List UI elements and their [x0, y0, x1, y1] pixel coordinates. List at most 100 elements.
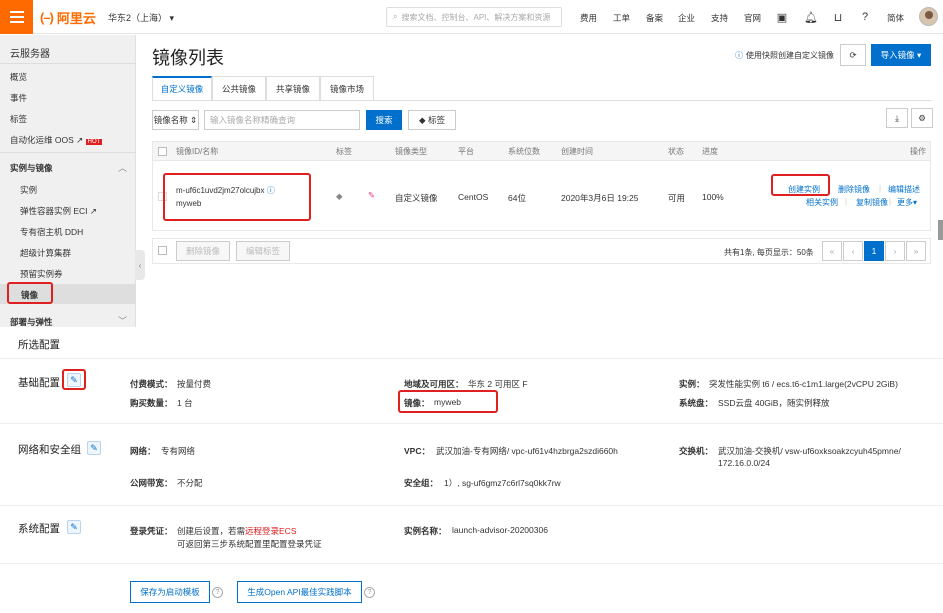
gear-icon[interactable]: ⚙: [911, 108, 933, 128]
sidebar-item-ddh[interactable]: 专有宿主机 DDH: [20, 226, 83, 238]
sidebar-item-images[interactable]: 镜像: [7, 282, 53, 304]
image-id: m-uf6c1uvd2jm27olcujbx ⓘ: [176, 186, 275, 195]
remote-login-link[interactable]: 远程登录ECS: [245, 526, 296, 536]
network-value: 专有网络: [161, 446, 196, 456]
divider: [0, 358, 943, 359]
tag-filter-button[interactable]: ◆ 标签: [408, 110, 456, 130]
image-status: 可用: [668, 193, 686, 203]
tab-public-images[interactable]: 公共镜像: [212, 76, 266, 100]
login-label: 登录凭证：: [130, 526, 173, 536]
vpc-value: 武汉加油-专有网络/ vpc-uf61v4hzbrga2szdi660h: [436, 446, 618, 456]
save-template-button[interactable]: 保存为启动模板: [130, 581, 210, 603]
import-image-button[interactable]: 导入镜像 ▾: [871, 44, 931, 66]
network-label: 网络：: [130, 446, 156, 456]
search-icon: ⌕: [393, 12, 398, 21]
global-search-input[interactable]: ⌕ 搜索文档、控制台、API、解决方案和资源: [386, 7, 562, 27]
tag-icon[interactable]: ◆: [336, 191, 343, 202]
search-button[interactable]: 搜索: [366, 110, 402, 130]
terminal-icon[interactable]: ▣: [775, 10, 789, 24]
menu-icon[interactable]: [0, 0, 33, 34]
action-separator: |: [845, 197, 848, 206]
aliyun-logo[interactable]: (–) 阿里云: [40, 9, 96, 26]
col-bits: 系统位数: [508, 147, 540, 156]
chevron-down-icon[interactable]: ﹀: [118, 314, 127, 327]
table-header: [152, 141, 931, 161]
filter-select[interactable]: 镜像名称 ⇕: [152, 110, 199, 130]
create-instance-link[interactable]: 创建实例: [788, 184, 820, 195]
image-name: myweb: [176, 199, 202, 208]
sidebar-divider: [0, 63, 136, 64]
col-status: 状态: [668, 147, 684, 156]
image-platform: CentOS: [458, 192, 489, 202]
tab-shared-images[interactable]: 共享镜像: [266, 76, 320, 100]
tab-custom-images[interactable]: 自定义镜像: [152, 76, 212, 100]
help-icon[interactable]: ?: [212, 587, 223, 598]
sidebar-item-scc[interactable]: 超级计算集群: [20, 247, 71, 259]
select-all-checkbox[interactable]: [158, 147, 167, 156]
footer-select-all-checkbox[interactable]: [158, 246, 167, 255]
avatar[interactable]: [919, 7, 938, 26]
nav-official[interactable]: 官网: [744, 12, 761, 24]
disk-label: 系统盘：: [679, 398, 714, 408]
security-group-label: 安全组：: [404, 478, 439, 488]
sidebar-item-ri[interactable]: 预留实例券: [20, 268, 63, 280]
sidebar-divider: [0, 152, 136, 153]
nav-support[interactable]: 支持: [711, 12, 728, 24]
edit-tag-icon[interactable]: ✎: [368, 190, 375, 201]
divider: [0, 423, 943, 424]
refresh-button[interactable]: ⟳: [840, 44, 866, 66]
divider: [0, 563, 943, 564]
sidebar-item-instances[interactable]: 实例: [20, 184, 37, 196]
prev-page-button[interactable]: ‹: [843, 241, 863, 261]
generate-api-button[interactable]: 生成Open API最佳实践脚本: [237, 581, 362, 603]
region-selector[interactable]: 华东2（上海） ▾: [108, 11, 174, 24]
sidebar-section-instances-images[interactable]: 实例与镜像: [10, 162, 53, 174]
nav-icp[interactable]: 备案: [646, 12, 663, 24]
first-page-button[interactable]: «: [822, 241, 842, 261]
info-icon[interactable]: ⓘ: [267, 186, 275, 195]
last-page-button[interactable]: »: [906, 241, 926, 261]
qty-value: 1 台: [177, 398, 193, 408]
bulk-delete-button[interactable]: 删除镜像: [176, 241, 230, 261]
tab-image-market[interactable]: 镜像市场: [320, 76, 374, 100]
copy-image-link[interactable]: 复制镜像: [856, 197, 888, 208]
page-1-button[interactable]: 1: [864, 241, 884, 261]
chevron-up-icon[interactable]: ︿: [118, 161, 127, 174]
sidebar-item-eci[interactable]: 弹性容器实例 ECI ↗: [20, 205, 97, 217]
next-page-button[interactable]: ›: [885, 241, 905, 261]
zone-label: 地域及可用区：: [404, 379, 464, 389]
image-created: 2020年3月6日 19:25: [561, 193, 639, 203]
system-config-title: 系统配置: [18, 523, 60, 535]
bulk-edit-tag-button[interactable]: 编辑标签: [236, 241, 290, 261]
sidebar-item-events[interactable]: 事件: [10, 92, 27, 104]
col-platform: 平台: [458, 147, 474, 156]
edit-basic-icon[interactable]: ✎: [67, 373, 81, 387]
sidebar-item-tags[interactable]: 标签: [10, 113, 27, 125]
more-actions-link[interactable]: 更多▾: [897, 197, 917, 208]
related-instances-link[interactable]: 相关实例: [806, 197, 838, 208]
tab-divider: [152, 100, 931, 101]
scrollbar-handle[interactable]: [938, 220, 943, 240]
quick-help-link[interactable]: ⓘ 使用快照创建自定义镜像: [735, 50, 834, 61]
help-icon[interactable]: ?: [364, 587, 375, 598]
sidebar-item-oos[interactable]: 自动化运维 OOS ↗ HOT: [10, 134, 103, 146]
nav-tickets[interactable]: 工单: [613, 12, 630, 24]
bell-icon[interactable]: 🔔︎: [804, 10, 818, 24]
edit-description-link[interactable]: 编辑描述: [888, 184, 920, 195]
config-header: 所选配置: [18, 339, 60, 351]
sidebar-item-overview[interactable]: 概览: [10, 71, 27, 83]
sidebar-collapse-handle[interactable]: ‹: [135, 250, 145, 280]
help-icon[interactable]: ?: [858, 10, 872, 24]
instance-name-value: launch-advisor-20200306: [452, 525, 548, 535]
image-name-input[interactable]: 输入镜像名称精确查询: [204, 110, 360, 130]
export-icon[interactable]: ⤓: [886, 108, 908, 128]
external-link-icon: ↗: [76, 135, 84, 145]
highlight-image-id: [163, 173, 311, 221]
edit-system-icon[interactable]: ✎: [67, 520, 81, 534]
cart-icon[interactable]: ⊔: [831, 10, 845, 24]
nav-fees[interactable]: 费用: [580, 12, 597, 24]
language-switch[interactable]: 简体: [887, 12, 904, 24]
nav-enterprise[interactable]: 企业: [678, 12, 695, 24]
delete-image-link[interactable]: 删除镜像: [838, 184, 870, 195]
edit-network-icon[interactable]: ✎: [87, 441, 101, 455]
